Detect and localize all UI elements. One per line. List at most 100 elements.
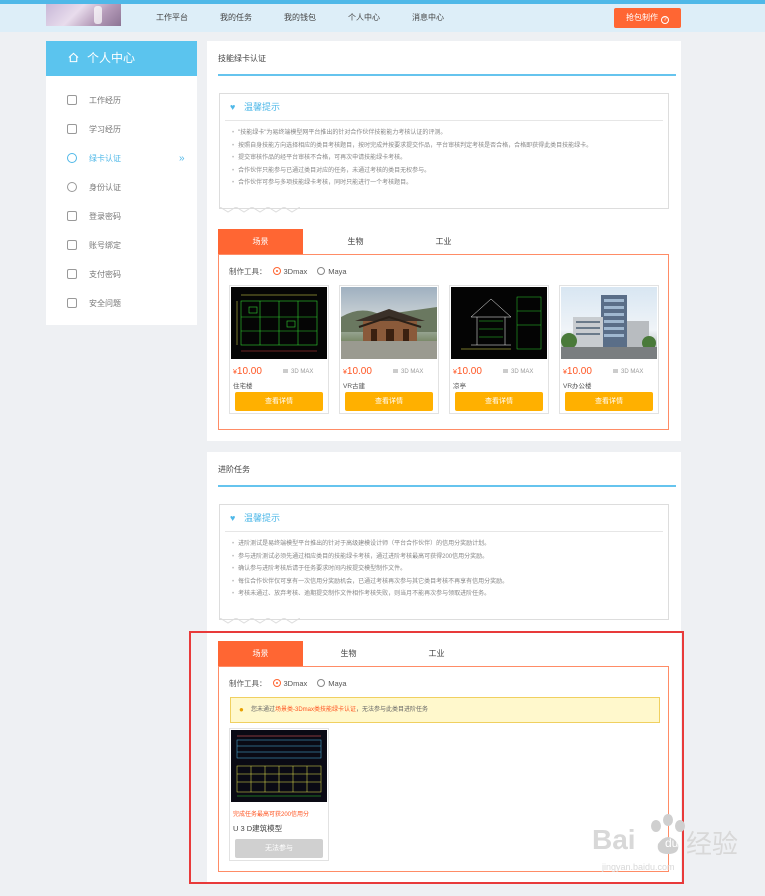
- skill-card-panel: 技能绿卡认证 ♥ 温馨提示 "技能绿卡"为易终端模型网平台推出的针对合作伙伴技能能…: [207, 41, 681, 441]
- panel-title: 进阶任务: [218, 465, 250, 474]
- sidebar-item-work-experience[interactable]: 工作经历: [46, 86, 197, 115]
- tip-list: 进阶测试是易终端模型平台推出的针对于高级建模设计师（平台合作伙伴）的信用分奖励计…: [220, 532, 668, 601]
- product-thumbnail: [231, 287, 327, 359]
- check-circle-icon: [67, 153, 77, 163]
- tip-item: 参与进阶测试必须先通过相应类目的技能绿卡考核，通过进阶考核最高可获得200信用分…: [232, 551, 668, 564]
- sidebar-item-label: 身份认证: [89, 183, 121, 192]
- tip-title: 温馨提示: [244, 513, 281, 523]
- title-underline: [218, 74, 676, 76]
- view-details-button[interactable]: 查看详情: [345, 392, 433, 411]
- watermark-brand: Bai: [592, 824, 636, 855]
- tool-option-label: Maya: [328, 267, 347, 276]
- site-logo[interactable]: [46, 4, 121, 26]
- tool-label: 制作工具：: [229, 267, 267, 276]
- nav-my-wallet[interactable]: 我的钱包: [268, 4, 332, 32]
- card-icon: [67, 240, 77, 250]
- watermark-text: 经验: [686, 829, 739, 859]
- product-card[interactable]: ¥10.00 3D MAX VR古建 查看详情: [339, 285, 439, 414]
- double-chevron-right-icon: »: [179, 153, 185, 164]
- tip-item: 进阶测试是易终端模型平台推出的针对于高级建模设计师（平台合作伙伴）的信用分奖励计…: [232, 538, 668, 551]
- tool-selector: 制作工具： 3Dmax Maya: [229, 266, 347, 277]
- home-icon: [68, 52, 79, 63]
- heart-icon: ♥: [230, 102, 236, 112]
- sidebar-item-identity[interactable]: 身份认证: [46, 173, 197, 202]
- software-tag: 3D MAX: [283, 369, 313, 375]
- sidebar-item-label: 绿卡认证: [89, 154, 121, 163]
- tip-item: "技能绿卡"为易终端模型网平台推出的针对合作伙伴技能能力考核认证的评测。: [232, 127, 668, 140]
- product-price: ¥10.00: [563, 366, 592, 377]
- panel-title: 技能绿卡认证: [218, 54, 266, 63]
- view-details-button[interactable]: 查看详情: [235, 392, 323, 411]
- sidebar-item-label: 学习经历: [89, 125, 121, 134]
- sidebar-item-label: 工作经历: [89, 96, 121, 105]
- tab-scene[interactable]: 场景: [218, 229, 303, 254]
- sidebar: 个人中心 工作经历 学习经历 绿卡认证 » 身份认证 登录密码 账号绑定 支付密码…: [46, 41, 197, 325]
- view-details-button[interactable]: 查看详情: [565, 392, 653, 411]
- zigzag-edge: [220, 618, 300, 624]
- key-icon: [67, 269, 77, 279]
- nav-my-tasks[interactable]: 我的任务: [204, 4, 268, 32]
- tip-title: 温馨提示: [244, 102, 281, 112]
- watermark-paw-text: du: [665, 836, 679, 850]
- tip-header: ♥ 温馨提示: [220, 94, 668, 120]
- sidebar-item-label: 登录密码: [89, 212, 121, 221]
- zigzag-edge: [220, 207, 300, 213]
- user-circle-icon: [67, 182, 77, 192]
- radio-3dmax[interactable]: [272, 267, 281, 275]
- tip-item: 每位合作伙伴仅可享有一次信用分奖励机会，已通过考核再次参与其它类目考核不再享有信…: [232, 576, 668, 589]
- product-card[interactable]: ¥10.00 3D MAX 凉亭 查看详情: [449, 285, 549, 414]
- grab-button-label: 抢包制作: [626, 13, 658, 22]
- question-icon: ?: [661, 16, 669, 24]
- radio-maya[interactable]: [317, 267, 326, 275]
- sidebar-menu: 工作经历 学习经历 绿卡认证 » 身份认证 登录密码 账号绑定 支付密码 安全问题: [46, 76, 197, 318]
- software-tag: 3D MAX: [393, 369, 423, 375]
- sidebar-title: 个人中心: [87, 51, 136, 65]
- product-thumbnail: [451, 287, 547, 359]
- top-navigation: 工作平台 我的任务 我的钱包 个人中心 消息中心 抢包制作?: [0, 4, 765, 32]
- sidebar-item-account-binding[interactable]: 账号绑定: [46, 231, 197, 260]
- sidebar-item-security-question[interactable]: 安全问题: [46, 289, 197, 318]
- tip-box: ♥ 温馨提示 进阶测试是易终端模型平台推出的针对于高级建模设计师（平台合作伙伴）的…: [219, 504, 669, 624]
- tip-item: 合作伙伴可参与多项技能绿卡考核，同时只能进行一个考核题目。: [232, 177, 668, 190]
- heart-icon: ♥: [230, 513, 236, 523]
- tab-industry[interactable]: 工业: [401, 229, 486, 254]
- tip-item: 合作伙伴只能参与已通过类目对应的任务，未通过考核的类目无权参与。: [232, 165, 668, 178]
- nav-message-center[interactable]: 消息中心: [396, 4, 460, 32]
- tip-item: 考核未通过、放弃考核、逾期提交制作文件相作考核失败，则当月不能再次参与领取进阶任…: [232, 588, 668, 601]
- baidu-jingyan-watermark: Bai du 经验 jingyan.baidu.com: [592, 800, 742, 880]
- grab-package-button[interactable]: 抢包制作?: [614, 8, 681, 28]
- sidebar-item-pay-password[interactable]: 支付密码: [46, 260, 197, 289]
- product-thumbnail: [341, 287, 437, 359]
- lock-icon: [67, 211, 77, 221]
- main-menu: 工作平台 我的任务 我的钱包 个人中心 消息中心: [140, 4, 460, 32]
- sidebar-item-login-password[interactable]: 登录密码: [46, 202, 197, 231]
- nav-personal-center[interactable]: 个人中心: [332, 4, 396, 32]
- shield-icon: [67, 298, 77, 308]
- title-underline: [218, 485, 676, 487]
- sidebar-item-study-experience[interactable]: 学习经历: [46, 115, 197, 144]
- product-card[interactable]: ¥10.00 3D MAX VR办公楼 查看详情: [559, 285, 659, 414]
- watermark-url: jingyan.baidu.com: [602, 862, 675, 872]
- product-thumbnail: [561, 287, 657, 359]
- tip-box: ♥ 温馨提示 "技能绿卡"为易终端模型网平台推出的针对合作伙伴技能能力考核认证的评…: [219, 93, 669, 213]
- product-price: ¥10.00: [343, 366, 372, 377]
- product-name: 凉亭: [453, 383, 466, 390]
- tip-item: 确认参与进阶考核后请于任务要求时间内按提交模型制作文件。: [232, 563, 668, 576]
- sidebar-item-green-card[interactable]: 绿卡认证 »: [46, 144, 197, 173]
- tip-item: 按照自身技能方向选择相应的类目考核题目，按时完成并按要求提交作品，平台审核判定考…: [232, 140, 668, 153]
- sidebar-header: 个人中心: [46, 41, 197, 76]
- nav-work-platform[interactable]: 工作平台: [140, 4, 204, 32]
- product-name: VR办公楼: [563, 383, 592, 390]
- tip-list: "技能绿卡"为易终端模型网平台推出的针对合作伙伴技能能力考核认证的评测。 按照自…: [220, 121, 668, 190]
- tab-creature[interactable]: 生物: [313, 229, 398, 254]
- software-tag: 3D MAX: [613, 369, 643, 375]
- sidebar-item-label: 支付密码: [89, 270, 121, 279]
- product-name: VR古建: [343, 383, 366, 390]
- view-details-button[interactable]: 查看详情: [455, 392, 543, 411]
- product-price: ¥10.00: [233, 366, 262, 377]
- sidebar-item-label: 账号绑定: [89, 241, 121, 250]
- edit-icon: [67, 124, 77, 134]
- sidebar-item-label: 安全问题: [89, 299, 121, 308]
- product-card[interactable]: ¥10.00 3D MAX 住宅楼 查看详情: [229, 285, 329, 414]
- tip-header: ♥ 温馨提示: [220, 505, 668, 531]
